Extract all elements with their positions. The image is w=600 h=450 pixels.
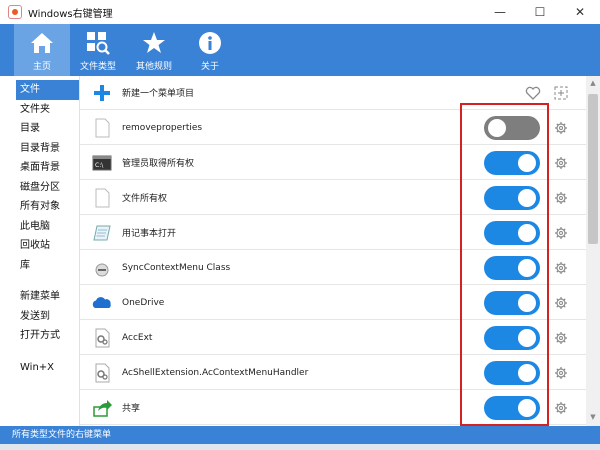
- sidebar-item-send-to[interactable]: 发送到: [0, 307, 79, 327]
- window-controls: — ☐ ✕: [480, 0, 600, 24]
- gear-icon[interactable]: [554, 191, 568, 205]
- tool-other-rules[interactable]: 其他规则: [126, 24, 182, 76]
- gear-icon[interactable]: [554, 156, 568, 170]
- sidebar-item-desktop-background[interactable]: 桌面背景: [0, 158, 79, 178]
- sidebar-item-directory-background[interactable]: 目录背景: [0, 139, 79, 159]
- sidebar-item-file[interactable]: 文件: [16, 80, 79, 100]
- blank-file-icon: [91, 117, 113, 139]
- dll-icon: [91, 327, 113, 349]
- dll-icon: [91, 362, 113, 384]
- new-item-label: 新建一个菜单项目: [122, 89, 195, 99]
- cmd-icon: C:\: [91, 152, 113, 174]
- plus-icon: [91, 82, 113, 104]
- sidebar-item-directory[interactable]: 目录: [0, 119, 79, 139]
- list-item-label: 管理员取得所有权: [122, 159, 195, 169]
- tool-about-label: 关于: [200, 61, 219, 72]
- sidebar-item-open-with[interactable]: 打开方式: [0, 326, 79, 346]
- sidebar-item-this-pc[interactable]: 此电脑: [0, 217, 79, 237]
- sidebar-item-winx[interactable]: Win+X: [0, 358, 79, 378]
- app-icon: [8, 5, 22, 19]
- sidebar-item-disk-partition[interactable]: 磁盘分区: [0, 178, 79, 198]
- tool-other-rules-label: 其他规则: [135, 61, 172, 72]
- gear-icon[interactable]: [554, 366, 568, 380]
- blank-file-icon: [91, 187, 113, 209]
- info-icon: [196, 29, 224, 57]
- tool-file-types-label: 文件类型: [79, 61, 116, 72]
- tool-home-label: 主页: [32, 61, 51, 72]
- list-item-label: 文件所有权: [122, 194, 168, 204]
- search-file-icon: [84, 29, 112, 57]
- list-item-label: AccExt: [122, 332, 153, 343]
- tool-home[interactable]: 主页: [14, 24, 70, 76]
- gear-icon[interactable]: [554, 331, 568, 345]
- star-icon: [140, 29, 168, 57]
- annotation-highlight-box: [460, 103, 549, 426]
- favorite-icon[interactable]: [525, 86, 541, 100]
- close-button[interactable]: ✕: [560, 0, 600, 24]
- tool-about[interactable]: 关于: [182, 24, 238, 76]
- main-toolbar: 主页 文件类型 其他规则 关于: [0, 24, 600, 76]
- scroll-up-icon[interactable]: ▲: [588, 78, 598, 88]
- add-new-icon[interactable]: [554, 86, 568, 100]
- list-item-label: SyncContextMenu Class: [122, 262, 231, 273]
- taskbar-strip: [0, 444, 600, 450]
- home-icon: [28, 29, 56, 57]
- sidebar-item-recycle-bin[interactable]: 回收站: [0, 236, 79, 256]
- list-item-label: removeproperties: [122, 122, 203, 133]
- sidebar: 文件 文件夹 目录 目录背景 桌面背景 磁盘分区 所有对象 此电脑 回收站 库 …: [0, 76, 80, 426]
- share-icon: [91, 397, 113, 419]
- gear-icon[interactable]: [554, 261, 568, 275]
- minimize-button[interactable]: —: [480, 0, 520, 24]
- scroll-thumb[interactable]: [588, 94, 598, 244]
- notepad-icon: [91, 222, 113, 244]
- sync-icon: [91, 257, 113, 279]
- svg-text:C:\: C:\: [95, 162, 104, 169]
- scroll-down-icon[interactable]: ▼: [588, 412, 598, 422]
- sidebar-item-folder[interactable]: 文件夹: [0, 100, 79, 120]
- list-item-label: 用记事本打开: [122, 229, 177, 239]
- gear-icon[interactable]: [554, 121, 568, 135]
- window-title: Windows右键管理: [28, 8, 113, 20]
- vertical-scrollbar[interactable]: ▲ ▼: [586, 76, 600, 426]
- tool-file-types[interactable]: 文件类型: [70, 24, 126, 76]
- list-item-label: AcShellExtension.AcContextMenuHandler: [122, 367, 309, 378]
- maximize-button[interactable]: ☐: [520, 0, 560, 24]
- onedrive-icon: [91, 292, 113, 314]
- sidebar-item-new-menu[interactable]: 新建菜单: [0, 287, 79, 307]
- gear-icon[interactable]: [554, 401, 568, 415]
- sidebar-item-library[interactable]: 库: [0, 256, 79, 276]
- list-item-label: 共享: [122, 404, 141, 414]
- list-item-label: OneDrive: [122, 297, 165, 308]
- gear-icon[interactable]: [554, 296, 568, 310]
- title-bar: Windows右键管理 — ☐ ✕: [0, 0, 600, 24]
- gear-icon[interactable]: [554, 226, 568, 240]
- status-bar: 所有类型文件的右键菜单: [0, 426, 600, 444]
- sidebar-item-all-objects[interactable]: 所有对象: [0, 197, 79, 217]
